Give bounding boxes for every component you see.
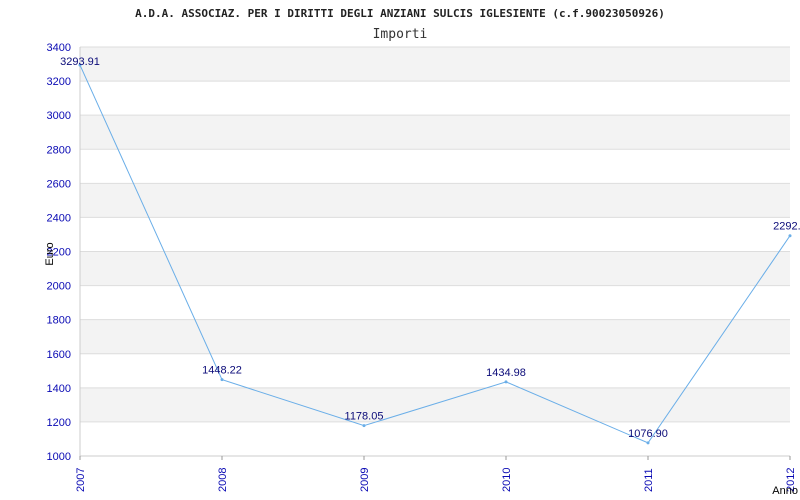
grid-band xyxy=(80,251,790,286)
data-label: 3293.91 xyxy=(60,56,100,68)
y-axis-label: Euro xyxy=(44,242,56,265)
y-tick-label: 3400 xyxy=(47,42,71,54)
grid-band xyxy=(80,115,790,150)
grid-band xyxy=(80,81,790,116)
grid-band xyxy=(80,47,790,82)
chart-subtitle: Importi xyxy=(373,27,428,42)
x-tick-label: 2008 xyxy=(217,468,229,492)
x-tick-label: 2009 xyxy=(359,468,371,492)
x-axis-label: Anno xyxy=(772,485,798,497)
data-point xyxy=(646,441,650,445)
y-tick-label: 1600 xyxy=(47,349,71,361)
y-tick-label: 1000 xyxy=(47,451,71,463)
x-tick-label: 2010 xyxy=(501,468,513,492)
grid-band xyxy=(80,217,790,252)
x-tick-label: 2011 xyxy=(643,468,655,492)
grid-band xyxy=(80,421,790,456)
y-tick-label: 2600 xyxy=(47,178,71,190)
data-point xyxy=(504,380,508,384)
data-label: 2292.6 xyxy=(773,221,800,233)
data-label: 1448.22 xyxy=(202,365,242,377)
data-label: 1178.05 xyxy=(345,411,384,423)
y-tick-label: 1800 xyxy=(47,315,71,327)
y-tick-label: 3200 xyxy=(47,76,71,88)
data-point xyxy=(362,424,366,428)
y-tick-label: 2400 xyxy=(47,212,71,224)
x-tick-label: 2007 xyxy=(75,468,87,492)
grid-band xyxy=(80,319,790,354)
plot-area: 1000120014001600180020002200240026002800… xyxy=(47,42,800,492)
y-tick-label: 1200 xyxy=(47,417,71,429)
grid-band xyxy=(80,353,790,388)
grid-band xyxy=(80,149,790,184)
chart-title: A.D.A. ASSOCIAZ. PER I DIRITTI DEGLI ANZ… xyxy=(135,7,665,20)
y-tick-label: 1400 xyxy=(47,383,71,395)
data-point xyxy=(220,378,224,382)
data-label: 1434.98 xyxy=(486,367,526,379)
y-tick-label: 2000 xyxy=(47,281,71,293)
line-chart: A.D.A. ASSOCIAZ. PER I DIRITTI DEGLI ANZ… xyxy=(44,7,800,497)
y-tick-label: 3000 xyxy=(47,110,71,122)
data-label: 1076.90 xyxy=(628,428,668,440)
data-point xyxy=(788,234,792,238)
grid-band xyxy=(80,387,790,422)
grid-band xyxy=(80,285,790,320)
grid-band xyxy=(80,183,790,218)
y-tick-label: 2800 xyxy=(47,144,71,156)
